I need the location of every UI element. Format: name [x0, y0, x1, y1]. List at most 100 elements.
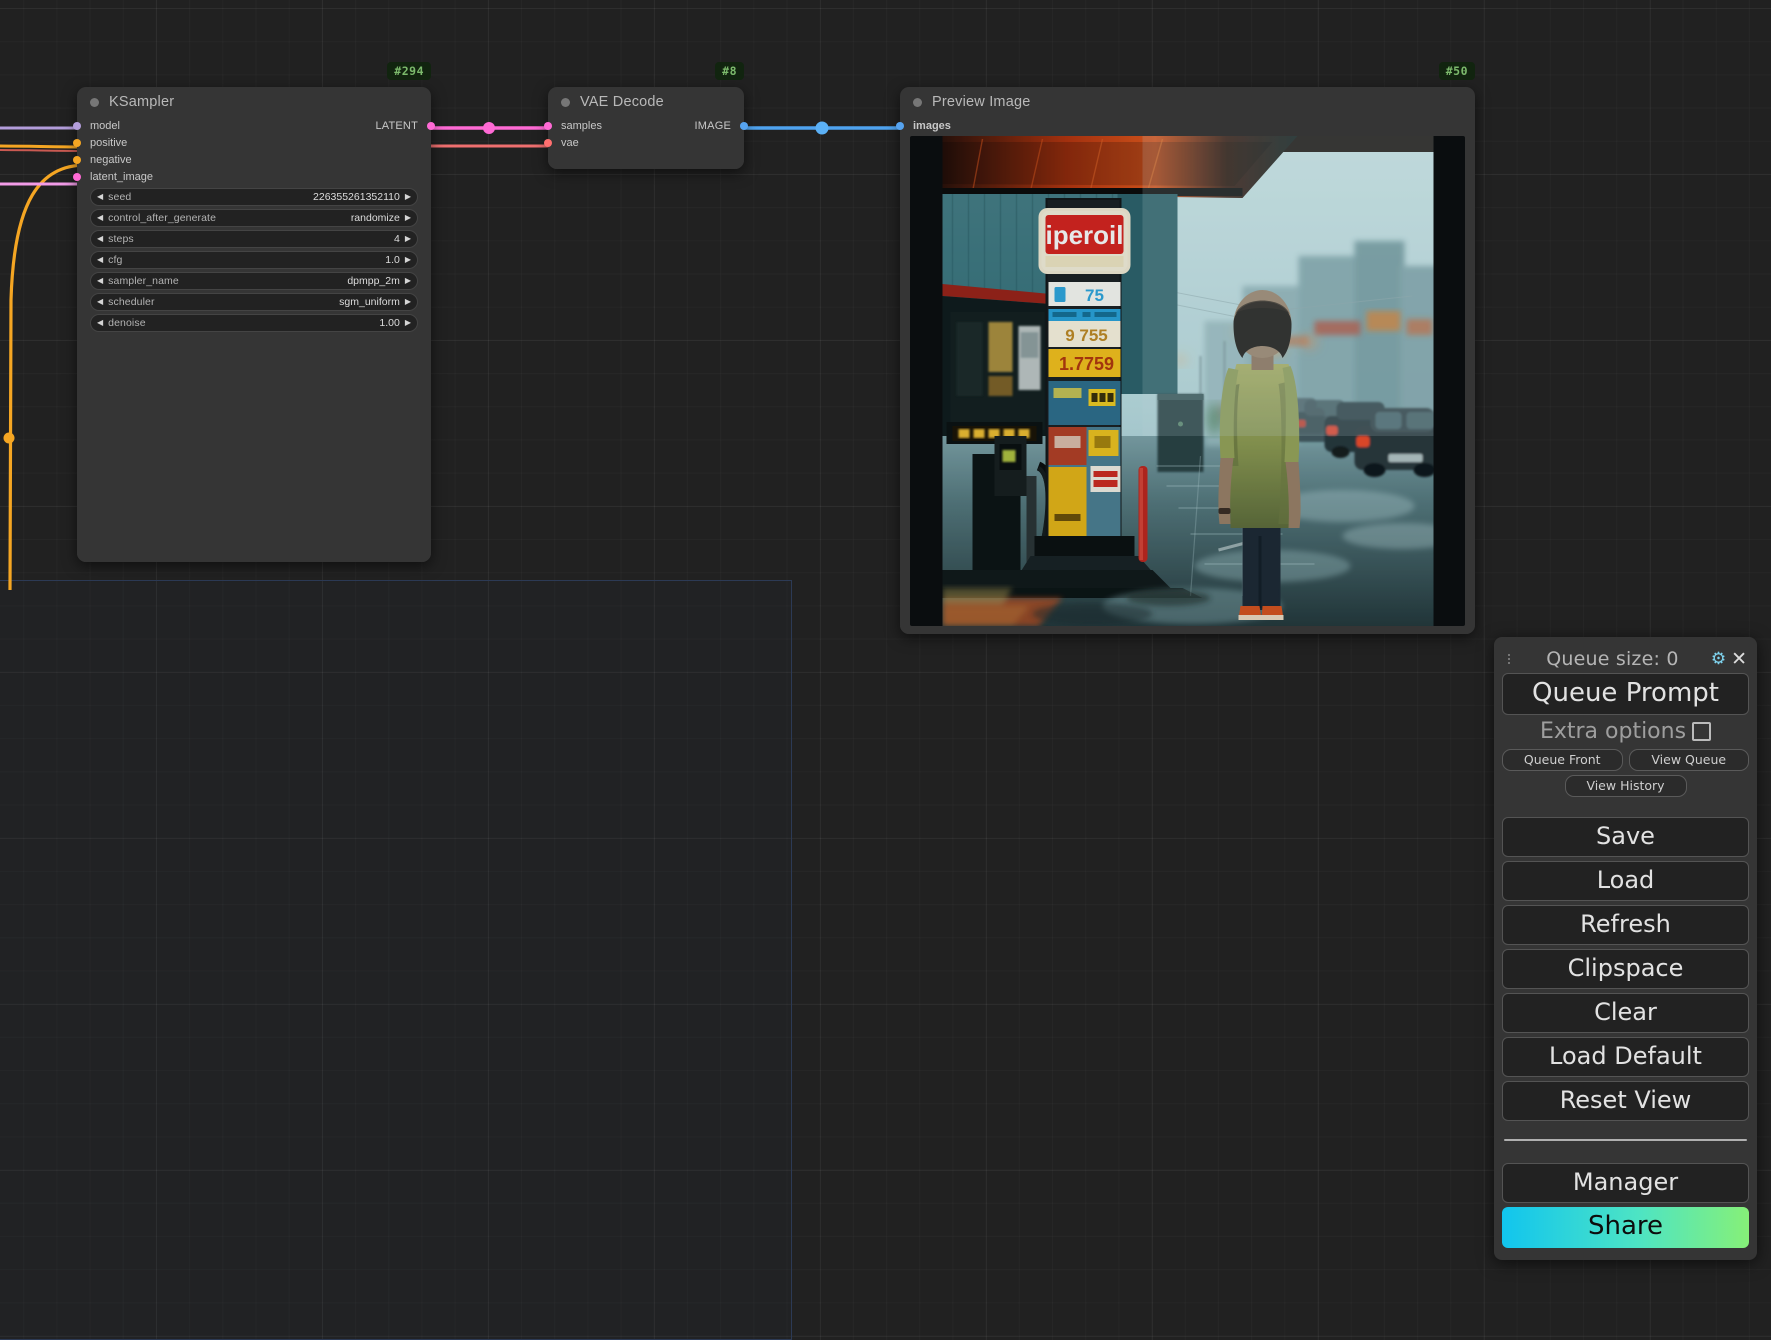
node-title-text: KSampler	[109, 94, 175, 110]
input-slot-positive[interactable]: positive	[73, 134, 431, 151]
load-default-button[interactable]: Load Default	[1502, 1037, 1749, 1077]
increment-arrow-icon[interactable]: ▶	[405, 235, 411, 243]
input-pin-samples[interactable]	[544, 122, 552, 130]
input-slot-vae[interactable]: vae	[544, 134, 744, 151]
extra-options-row[interactable]: Extra options	[1502, 719, 1749, 744]
input-slot-latent-image[interactable]: latent_image	[73, 168, 431, 185]
widget-denoise[interactable]: ◀ denoise 1.00 ▶	[90, 314, 418, 332]
increment-arrow-icon[interactable]: ▶	[405, 256, 411, 264]
widget-cfg[interactable]: ◀ cfg 1.0 ▶	[90, 251, 418, 269]
input-slot-images[interactable]: images	[896, 117, 1475, 134]
view-history-button[interactable]: View History	[1564, 775, 1687, 797]
queue-actions-row: Queue Front View Queue	[1502, 749, 1749, 771]
queue-front-button[interactable]: Queue Front	[1502, 749, 1623, 771]
widget-label: seed	[108, 191, 132, 203]
output-pin-image[interactable]	[740, 122, 748, 130]
input-pin-negative[interactable]	[73, 156, 81, 164]
input-slot-negative[interactable]: negative	[73, 151, 431, 168]
view-queue-button[interactable]: View Queue	[1628, 749, 1749, 771]
increment-arrow-icon[interactable]: ▶	[405, 214, 411, 222]
node-title-bar[interactable]: KSampler	[77, 87, 431, 117]
collapse-dot-icon[interactable]	[561, 97, 570, 107]
refresh-button[interactable]: Refresh	[1502, 905, 1749, 945]
increment-arrow-icon[interactable]: ▶	[405, 277, 411, 285]
widget-label: denoise	[108, 317, 146, 329]
widget-value[interactable]: sgm_uniform	[339, 296, 405, 308]
node-ksampler[interactable]: #294 KSampler model LATENT positive nega…	[73, 62, 435, 562]
node-body: samples IMAGE vae	[544, 117, 748, 169]
menu-header: Queue size: 0 ⚙ ✕	[1502, 645, 1749, 673]
widget-value[interactable]: randomize	[351, 212, 405, 224]
collapse-dot-icon[interactable]	[913, 97, 922, 107]
widget-value[interactable]: 4	[394, 233, 405, 245]
widget-sampler-name[interactable]: ◀ sampler_name dpmpp_2m ▶	[90, 272, 418, 290]
input-label-samples: samples	[561, 119, 602, 132]
widget-label: cfg	[108, 254, 123, 266]
widget-control-after-generate[interactable]: ◀ control_after_generate randomize ▶	[90, 209, 418, 227]
queue-prompt-button[interactable]: Queue Prompt	[1502, 673, 1749, 715]
extra-options-label: Extra options	[1539, 719, 1687, 744]
input-pin-vae[interactable]	[544, 139, 552, 147]
widget-list: ◀ seed 226355261352110 ▶ ◀ control_after…	[77, 185, 431, 332]
menu-divider	[1504, 1139, 1747, 1141]
gear-icon[interactable]: ⚙	[1711, 649, 1726, 669]
input-label-positive: positive	[90, 136, 128, 149]
share-button[interactable]: Share	[1502, 1207, 1749, 1248]
input-label-vae: vae	[561, 136, 579, 149]
preview-image-container[interactable]: iperoil 75 9 755 1.7759	[910, 136, 1465, 626]
widget-value[interactable]: 1.00	[379, 317, 404, 329]
selection-group-rect	[0, 580, 792, 1340]
input-pin-model[interactable]	[73, 122, 81, 130]
input-slot-model[interactable]: model LATENT	[73, 117, 435, 134]
node-vae-decode[interactable]: #8 VAE Decode samples IMAGE vae	[544, 62, 748, 169]
manager-button[interactable]: Manager	[1502, 1163, 1749, 1203]
clipspace-button[interactable]: Clipspace	[1502, 949, 1749, 989]
input-label-images: images	[913, 119, 951, 132]
save-button[interactable]: Save	[1502, 817, 1749, 857]
node-title-text: Preview Image	[932, 94, 1031, 110]
increment-arrow-icon[interactable]: ▶	[405, 298, 411, 306]
widget-steps[interactable]: ◀ steps 4 ▶	[90, 230, 418, 248]
node-body: model LATENT positive negative latent_im…	[73, 117, 435, 562]
widget-seed[interactable]: ◀ seed 226355261352110 ▶	[90, 188, 418, 206]
input-label-model: model	[90, 119, 120, 132]
output-label-image: IMAGE	[694, 119, 731, 132]
clear-button[interactable]: Clear	[1502, 993, 1749, 1033]
comfy-menu-panel[interactable]: Queue size: 0 ⚙ ✕ Queue Prompt Extra opt…	[1494, 637, 1757, 1260]
node-id-badge: #8	[715, 62, 744, 80]
input-label-latent-image: latent_image	[90, 170, 153, 183]
widget-value[interactable]: dpmpp_2m	[347, 275, 405, 287]
drag-handle-icon[interactable]	[1504, 654, 1514, 664]
widget-label: steps	[108, 233, 134, 245]
node-title-bar[interactable]: VAE Decode	[548, 87, 744, 117]
queue-size-label: Queue size: 0	[1546, 648, 1679, 670]
increment-arrow-icon[interactable]: ▶	[405, 193, 411, 201]
widget-label: sampler_name	[108, 275, 179, 287]
node-id-badge: #50	[1438, 62, 1475, 80]
node-preview-image[interactable]: #50 Preview Image images iperoil 75 9 75…	[896, 62, 1475, 634]
widget-label: scheduler	[108, 296, 155, 308]
widget-value[interactable]: 1.0	[385, 254, 405, 266]
node-body: images iperoil 75 9 755 1.7759	[896, 117, 1475, 634]
widget-scheduler[interactable]: ◀ scheduler sgm_uniform ▶	[90, 293, 418, 311]
widget-value[interactable]: 226355261352110	[313, 191, 405, 203]
collapse-dot-icon[interactable]	[90, 97, 99, 107]
history-row: View History	[1502, 775, 1749, 797]
widget-label: control_after_generate	[108, 212, 217, 224]
node-title-text: VAE Decode	[580, 94, 664, 110]
input-pin-latent-image[interactable]	[73, 173, 81, 181]
input-pin-images[interactable]	[896, 122, 904, 130]
generated-image[interactable]: iperoil 75 9 755 1.7759	[942, 136, 1433, 626]
close-icon[interactable]: ✕	[1731, 650, 1747, 669]
reset-view-button[interactable]: Reset View	[1502, 1081, 1749, 1121]
input-label-negative: negative	[90, 153, 132, 166]
increment-arrow-icon[interactable]: ▶	[405, 319, 411, 327]
input-pin-positive[interactable]	[73, 139, 81, 147]
input-slot-samples[interactable]: samples IMAGE	[544, 117, 748, 134]
node-title-bar[interactable]: Preview Image	[900, 87, 1475, 117]
load-button[interactable]: Load	[1502, 861, 1749, 901]
extra-options-checkbox[interactable]	[1692, 722, 1712, 741]
output-pin-latent[interactable]	[427, 122, 435, 130]
node-id-badge: #294	[387, 62, 431, 80]
output-label-latent: LATENT	[375, 119, 418, 132]
